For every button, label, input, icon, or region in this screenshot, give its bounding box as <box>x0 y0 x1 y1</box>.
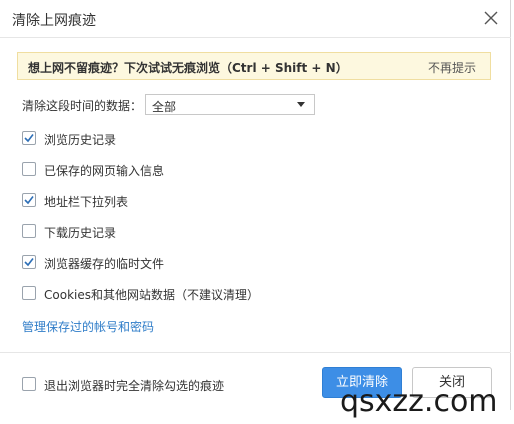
close-icon[interactable] <box>483 10 499 26</box>
checkbox[interactable] <box>22 255 36 269</box>
option-label: 地址栏下拉列表 <box>44 195 129 209</box>
option-label: 浏览历史记录 <box>44 133 117 147</box>
chevron-down-icon <box>297 102 305 107</box>
checkmark-icon <box>24 196 34 205</box>
checkmark-icon <box>24 134 34 143</box>
checkbox[interactable] <box>22 162 36 176</box>
checkbox[interactable] <box>22 224 36 238</box>
dont-show-again-link[interactable]: 不再提示 <box>428 59 476 76</box>
option-label: 已保存的网页输入信息 <box>44 164 165 178</box>
dialog-title: 清除上网痕迹 <box>12 13 96 29</box>
checkbox[interactable] <box>22 131 36 145</box>
exit-clear-label: 退出浏览器时完全清除勾选的痕迹 <box>44 379 225 393</box>
time-range-select[interactable]: 全部 <box>145 94 315 115</box>
option-label: 下载历史记录 <box>44 226 117 240</box>
clear-browsing-data-dialog: 清除上网痕迹 想上网不留痕迹？下次试试无痕浏览（Ctrl + Shift + N… <box>0 0 511 410</box>
checkmark-icon <box>24 258 34 267</box>
time-range-label: 清除这段时间的数据： <box>22 99 143 113</box>
option-label: Cookies和其他网站数据（不建议清理） <box>44 288 259 302</box>
manage-passwords-link[interactable]: 管理保存过的帐号和密码 <box>22 318 154 335</box>
checkbox[interactable] <box>22 286 36 300</box>
option-label: 浏览器缓存的临时文件 <box>44 257 165 271</box>
footer-divider <box>0 352 511 353</box>
notice-text: 想上网不留痕迹？下次试试无痕浏览（Ctrl + Shift + N） <box>28 61 348 75</box>
incognito-notice: 想上网不留痕迹？下次试试无痕浏览（Ctrl + Shift + N） 不再提示 <box>17 52 491 80</box>
checkbox[interactable] <box>22 377 36 391</box>
checkbox[interactable] <box>22 193 36 207</box>
time-range-value: 全部 <box>152 100 177 114</box>
title-bar: 清除上网痕迹 <box>0 0 511 38</box>
site-watermark: qsxzz.com <box>340 384 498 419</box>
